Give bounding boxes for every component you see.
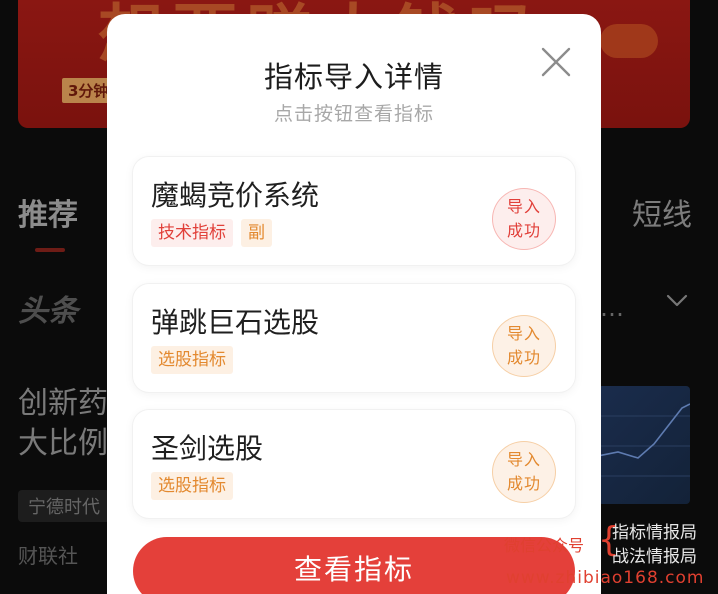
news-thumbnail[interactable]: [598, 386, 690, 504]
watermark-line2: 战法情报局: [612, 547, 697, 567]
more-icon[interactable]: …: [600, 294, 626, 322]
chevron-down-icon[interactable]: [664, 288, 690, 314]
watermark-url: www.zhibiao168.com: [506, 568, 705, 588]
import-success-badge: 导入 成功: [492, 188, 556, 250]
banner-button[interactable]: [600, 24, 658, 58]
indicator-type-tag: 选股指标: [151, 346, 233, 374]
app-screen: 想要赚大钱吗 3分钟 推荐 短线 头条 … 创新药 大比例 宁德时代 财联社 指…: [0, 0, 718, 594]
news-stock-tag[interactable]: 宁德时代: [18, 490, 110, 522]
import-success-badge: 导入 成功: [492, 441, 556, 503]
dialog-subtitle: 点击按钮查看指标: [273, 103, 434, 125]
badge-line1: 导入: [506, 197, 541, 216]
badge-line1: 导入: [506, 450, 541, 469]
indicator-card[interactable]: 圣剑选股 选股指标 导入 成功: [133, 410, 575, 518]
watermark-line1: 指标情报局: [612, 523, 697, 543]
watermark: 微信公众号 { 指标情报局 战法情报局 www.zhibiao168.com: [504, 516, 718, 594]
tab-short[interactable]: 短线: [632, 190, 692, 234]
indicator-tags: 技术指标 副: [151, 219, 272, 247]
watermark-wechat-label: 微信公众号: [504, 536, 585, 555]
import-success-badge: 导入 成功: [492, 315, 556, 377]
tab-recommend[interactable]: 推荐: [18, 190, 78, 234]
news-title-line1[interactable]: 创新药: [18, 384, 108, 424]
news-title-line2[interactable]: 大比例: [18, 424, 108, 464]
indicator-type-tag: 选股指标: [151, 472, 233, 500]
indicator-name: 圣剑选股: [151, 432, 264, 465]
indicator-tags: 选股指标: [151, 472, 233, 500]
headline-logo: 头条: [18, 294, 78, 329]
indicator-import-dialog: 指标导入详情 点击按钮查看指标 魔蝎竞价系统 技术指标 副 导入 成功 弹跳巨石…: [107, 14, 601, 594]
indicator-card[interactable]: 弹跳巨石选股 选股指标 导入 成功: [133, 284, 575, 392]
dialog-title: 指标导入详情: [263, 60, 444, 94]
indicator-card[interactable]: 魔蝎竞价系统 技术指标 副 导入 成功: [133, 157, 575, 265]
badge-line2: 成功: [506, 474, 541, 493]
thumbnail-chart-graphic: [598, 403, 690, 477]
indicator-name: 弹跳巨石选股: [151, 306, 320, 339]
badge-line2: 成功: [506, 221, 541, 240]
indicator-type-tag: 技术指标: [151, 219, 233, 247]
news-source: 财联社: [18, 544, 78, 568]
badge-line2: 成功: [506, 348, 541, 367]
tab-active-indicator: [35, 248, 65, 252]
badge-line1: 导入: [506, 324, 541, 343]
indicator-tags: 选股指标: [151, 346, 233, 374]
indicator-name: 魔蝎竞价系统: [151, 179, 320, 212]
indicator-subtype-tag: 副: [241, 219, 272, 247]
close-icon[interactable]: [539, 45, 573, 79]
